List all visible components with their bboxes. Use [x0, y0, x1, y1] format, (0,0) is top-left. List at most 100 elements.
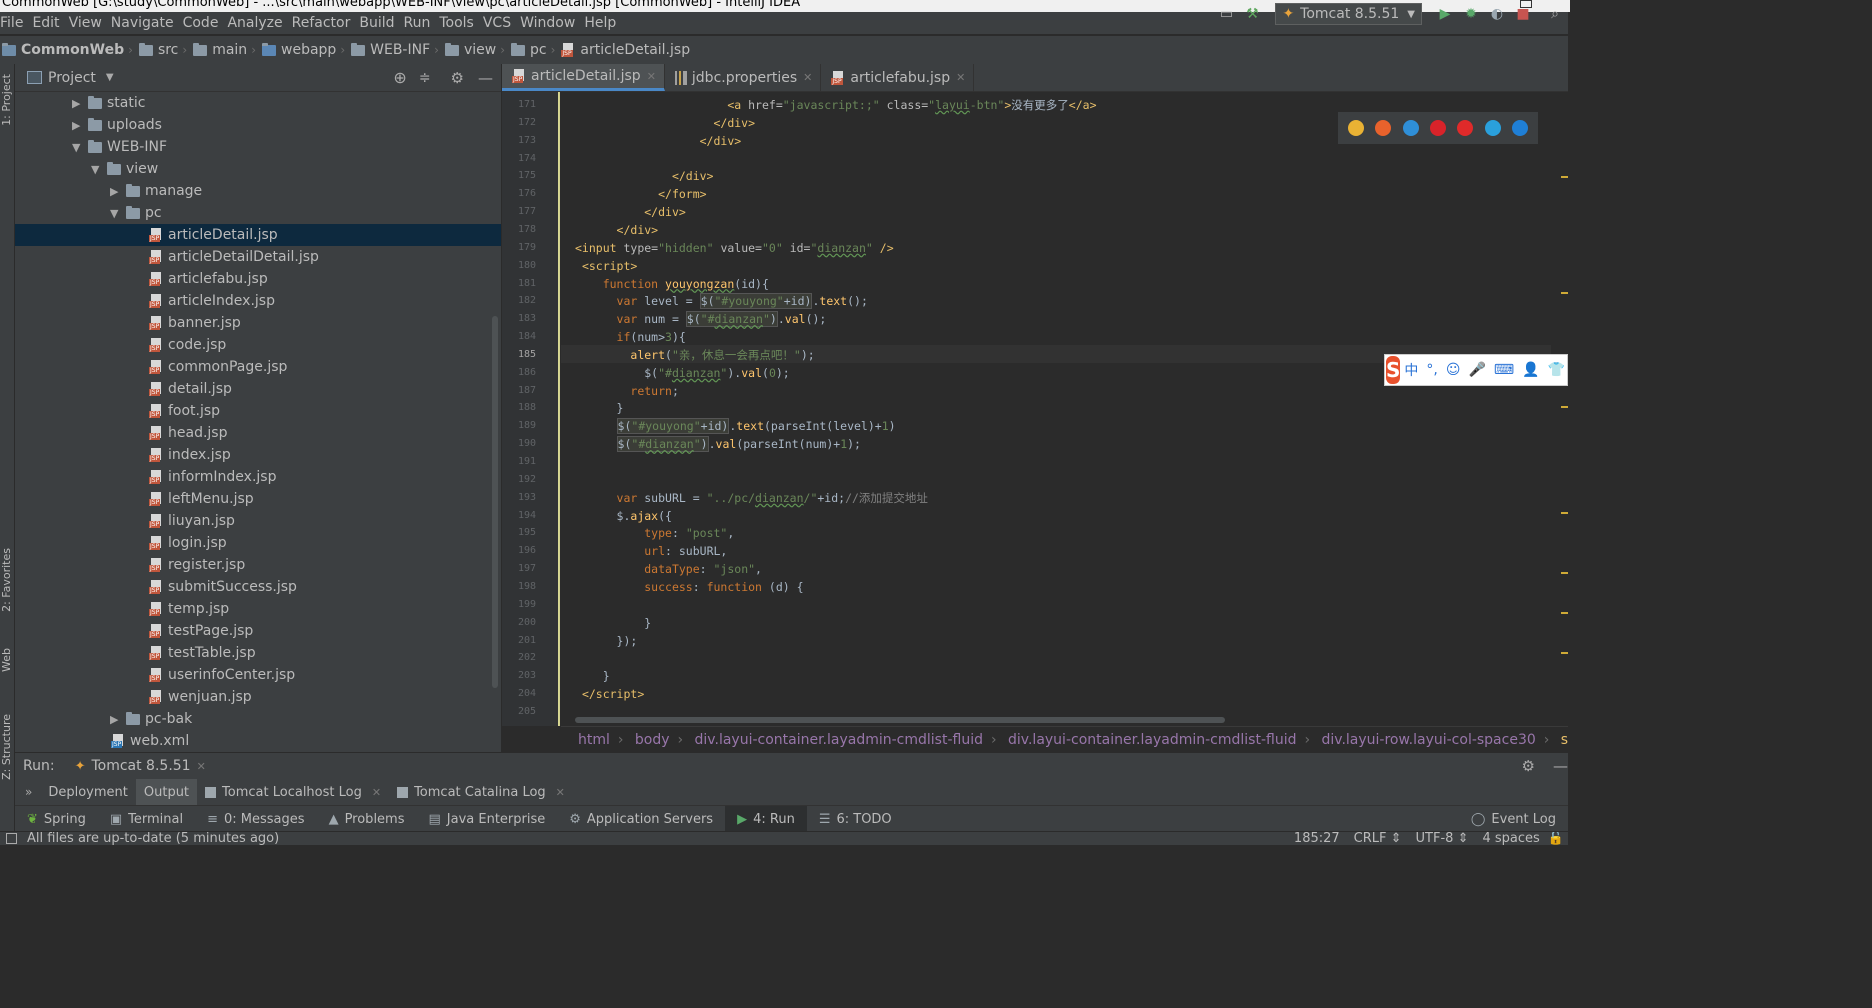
code-line[interactable]: <a href="javascript:;" class="layui-btn"…: [575, 96, 1096, 114]
tool-tab-structure[interactable]: Z: Structure: [0, 714, 14, 780]
tool-tab[interactable]: ▤ Java Enterprise: [416, 806, 557, 832]
build-hammer-icon[interactable]: ⚒: [1239, 4, 1265, 24]
html-breadcrumb[interactable]: › div.layui-row.layui-col-space30: [1304, 732, 1543, 748]
code-line[interactable]: $.ajax({: [575, 507, 672, 525]
lock-icon[interactable]: 🔓: [1548, 832, 1564, 845]
tree-file[interactable]: testPage.jsp: [15, 620, 501, 642]
tool-tab[interactable]: ▲ Problems: [317, 806, 417, 832]
menu-window[interactable]: Window: [520, 15, 584, 31]
opera-icon[interactable]: [1429, 120, 1446, 136]
chrome-icon[interactable]: [1347, 120, 1364, 136]
tool-windows-icon[interactable]: [6, 833, 17, 844]
tree-file[interactable]: testTable.jsp: [15, 642, 501, 664]
menu-file[interactable]: File: [0, 15, 32, 31]
tree-file[interactable]: index.jsp: [15, 444, 501, 466]
indent-setting[interactable]: 4 spaces: [1482, 832, 1539, 845]
warning-marker[interactable]: [1561, 406, 1568, 408]
tree-file[interactable]: informIndex.jsp: [15, 466, 501, 488]
html-breadcrumb[interactable]: › div.layui-container.layadmin-cmdlist-fl…: [991, 732, 1304, 748]
run-configuration-select[interactable]: ✦ Tomcat 8.5.51 ▼: [1275, 3, 1422, 25]
code-line[interactable]: <script>: [575, 257, 637, 275]
tree-folder[interactable]: ▼ pc: [15, 202, 501, 224]
tool-tab-web[interactable]: Web: [0, 648, 14, 672]
code-line[interactable]: </div>: [575, 132, 742, 150]
breadcrumb-pc[interactable]: pc ›: [511, 42, 561, 58]
close-tab-icon[interactable]: ✕: [372, 786, 381, 799]
menu-view[interactable]: View: [69, 15, 111, 31]
warning-marker[interactable]: [1561, 652, 1568, 654]
hide-panel-icon[interactable]: —: [478, 69, 493, 87]
warning-marker[interactable]: [1561, 612, 1568, 614]
tree-folder[interactable]: ▶ manage: [15, 180, 501, 202]
expand-icon[interactable]: »: [25, 785, 32, 799]
tool-tab[interactable]: ▣ Terminal: [98, 806, 195, 832]
tree-folder[interactable]: ▶ static: [15, 92, 501, 114]
breadcrumb-commonweb[interactable]: CommonWeb ›: [2, 42, 139, 58]
expand-arrow-icon[interactable]: ▼: [110, 207, 126, 220]
code-line[interactable]: </script>: [575, 685, 644, 703]
menu-tools[interactable]: Tools: [439, 15, 483, 31]
breadcrumb-main[interactable]: main ›: [193, 42, 262, 58]
collapse-arrow-icon[interactable]: ▶: [110, 185, 126, 198]
code-line[interactable]: <input type="hidden" value="0" id="dianz…: [575, 239, 894, 257]
warning-marker[interactable]: [1561, 572, 1568, 574]
run-icon[interactable]: ▶: [1432, 4, 1458, 24]
code-line[interactable]: });: [575, 632, 638, 650]
code-line[interactable]: success: function (d) {: [575, 578, 803, 596]
safari-icon[interactable]: [1402, 120, 1419, 136]
ime-button[interactable]: ⌨: [1494, 362, 1514, 378]
collapse-arrow-icon[interactable]: ▶: [110, 713, 126, 726]
tool-tab[interactable]: ≡ 0: Messages: [195, 806, 316, 832]
editor-tab[interactable]: jdbc.properties ✕: [665, 64, 822, 91]
tree-file[interactable]: submitSuccess.jsp: [15, 576, 501, 598]
code-line[interactable]: var subURL = "../pc/dianzan/"+id;//添加提交地…: [575, 489, 928, 507]
warning-marker[interactable]: [1561, 292, 1568, 294]
breadcrumb-web-inf[interactable]: WEB-INF ›: [351, 42, 445, 58]
collapse-all-icon[interactable]: ≑: [419, 70, 431, 86]
tool-tab-favorites[interactable]: 2: Favorites: [0, 548, 14, 612]
coverage-icon[interactable]: ◐: [1484, 4, 1510, 24]
code-line[interactable]: var level = $("#youyong"+id).text();: [575, 292, 868, 310]
collapse-arrow-icon[interactable]: ▶: [72, 119, 88, 132]
tree-file[interactable]: commonPage.jsp: [15, 356, 501, 378]
run-subtab[interactable]: Tomcat Catalina Log ✕: [389, 779, 573, 805]
line-separator[interactable]: CRLF ⇕: [1354, 832, 1402, 845]
firefox-icon[interactable]: [1375, 120, 1392, 136]
code-editor[interactable]: <a href="javascript:;" class="layui-btn"…: [561, 92, 1551, 726]
menu-code[interactable]: Code: [183, 15, 228, 31]
menu-build[interactable]: Build: [359, 15, 403, 31]
tree-file[interactable]: foot.jsp: [15, 400, 501, 422]
run-subtab[interactable]: Deployment: [40, 779, 136, 805]
tree-file[interactable]: web.xml: [15, 730, 501, 752]
close-tab-icon[interactable]: ✕: [647, 70, 656, 83]
collapse-arrow-icon[interactable]: ▶: [72, 97, 88, 110]
tree-file[interactable]: banner.jsp: [15, 312, 501, 334]
run-subtab[interactable]: Tomcat Localhost Log ✕: [197, 779, 389, 805]
tree-file[interactable]: code.jsp: [15, 334, 501, 356]
tree-file[interactable]: articleIndex.jsp: [15, 290, 501, 312]
close-tab-icon[interactable]: ✕: [803, 71, 812, 84]
menu-vcs[interactable]: VCS: [483, 15, 520, 31]
code-line[interactable]: url: subURL,: [575, 542, 727, 560]
editor-horizontal-scrollbar[interactable]: [575, 717, 1225, 723]
html-breadcrumb[interactable]: › div.layui-container.layadmin-cmdlist-fl…: [678, 732, 991, 748]
code-line[interactable]: function youyongzan(id){: [575, 275, 769, 293]
tool-tab[interactable]: ☰ 6: TODO: [807, 806, 904, 832]
menu-run[interactable]: Run: [404, 15, 440, 31]
close-icon[interactable]: ✕: [197, 760, 206, 773]
code-line[interactable]: type: "post",: [575, 524, 734, 542]
code-line[interactable]: </div>: [575, 167, 714, 185]
tree-file[interactable]: detail.jsp: [15, 378, 501, 400]
tree-folder[interactable]: ▼ WEB-INF: [15, 136, 501, 158]
breadcrumb-src[interactable]: src ›: [138, 42, 193, 58]
code-line[interactable]: dataType: "json",: [575, 560, 762, 578]
editor-tab[interactable]: articlefabu.jsp ✕: [821, 64, 975, 91]
tree-folder[interactable]: ▼ view: [15, 158, 501, 180]
close-tab-icon[interactable]: ✕: [556, 786, 565, 799]
tree-file[interactable]: userinfoCenter.jsp: [15, 664, 501, 686]
tree-file[interactable]: wenjuan.jsp: [15, 686, 501, 708]
tool-tab[interactable]: ⚙ Application Servers: [557, 806, 725, 832]
code-line[interactable]: </div>: [575, 221, 659, 239]
caret-position[interactable]: 185:27: [1294, 832, 1340, 845]
code-line[interactable]: }: [575, 399, 624, 417]
